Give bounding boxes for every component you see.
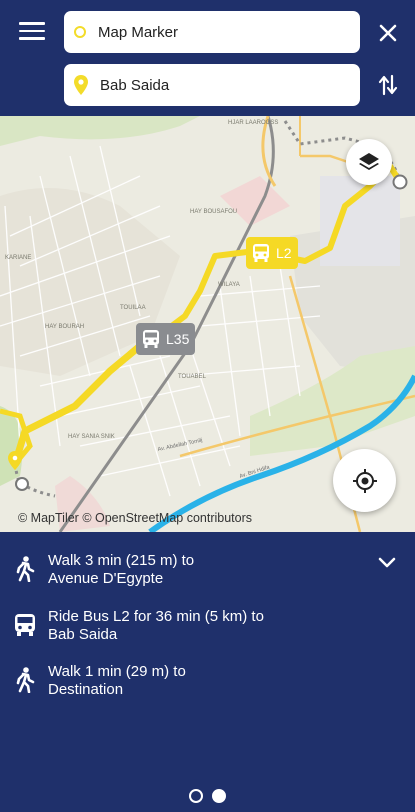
walk-icon bbox=[16, 667, 35, 693]
svg-text:TOUILAA: TOUILAA bbox=[120, 305, 146, 311]
close-icon[interactable] bbox=[377, 22, 399, 44]
origin-value: Map Marker bbox=[98, 23, 179, 41]
page-dot-active[interactable] bbox=[212, 789, 226, 803]
bus-line-label: L35 bbox=[166, 331, 190, 347]
bus-badge-l35[interactable]: L35 bbox=[136, 323, 196, 355]
svg-text:HAY SANIA SNIK: HAY SANIA SNIK bbox=[68, 434, 115, 440]
svg-text:WILAYA: WILAYA bbox=[218, 282, 240, 288]
step-text: Ride Bus L2 for 36 min (5 km) to Bab Sai… bbox=[48, 608, 264, 643]
top-bar: Map Marker Bab Saida bbox=[0, 0, 415, 116]
bus-line-label: L2 bbox=[276, 245, 292, 261]
walk-icon bbox=[16, 556, 35, 582]
destination-value: Bab Saida bbox=[100, 76, 170, 94]
chevron-down-icon[interactable] bbox=[377, 556, 397, 570]
destination-field[interactable]: Bab Saida bbox=[64, 64, 360, 106]
bus-icon bbox=[143, 330, 159, 348]
bus-badge-l2[interactable]: L2 bbox=[246, 237, 298, 269]
map-attribution: © MapTiler © OpenStreetMap contributors bbox=[18, 511, 253, 525]
layers-icon bbox=[359, 153, 379, 170]
bus-icon bbox=[15, 614, 35, 636]
swap-icon[interactable] bbox=[378, 74, 398, 96]
directions-panel: Walk 3 min (215 m) to Avenue D'Egypte Ri… bbox=[0, 532, 415, 812]
route-map[interactable]: HAY BOUSAFOU HAY BOURAH TOUILAA WILAYA T… bbox=[0, 116, 415, 532]
page-dot[interactable] bbox=[189, 789, 203, 803]
crosshair-icon bbox=[352, 468, 377, 493]
location-pin-icon bbox=[74, 75, 88, 95]
origin-field[interactable]: Map Marker bbox=[64, 11, 360, 53]
step-text: Walk 3 min (215 m) to Avenue D'Egypte bbox=[48, 552, 195, 587]
svg-text:HAY BOUSAFOU: HAY BOUSAFOU bbox=[190, 209, 237, 215]
page-indicator bbox=[189, 789, 226, 803]
layers-button[interactable] bbox=[346, 139, 392, 185]
origin-ring-icon bbox=[74, 26, 86, 38]
svg-text:KARIANE: KARIANE bbox=[5, 255, 31, 261]
step-text: Walk 1 min (29 m) to Destination bbox=[48, 663, 186, 698]
my-location-button[interactable] bbox=[333, 449, 396, 512]
svg-text:TOUABEL: TOUABEL bbox=[178, 374, 207, 380]
svg-text:HAY BOURAH: HAY BOURAH bbox=[45, 324, 84, 330]
svg-text:HJAR LAAROOSS: HJAR LAAROOSS bbox=[228, 120, 278, 126]
menu-icon[interactable] bbox=[19, 22, 45, 44]
bus-icon bbox=[253, 244, 269, 262]
